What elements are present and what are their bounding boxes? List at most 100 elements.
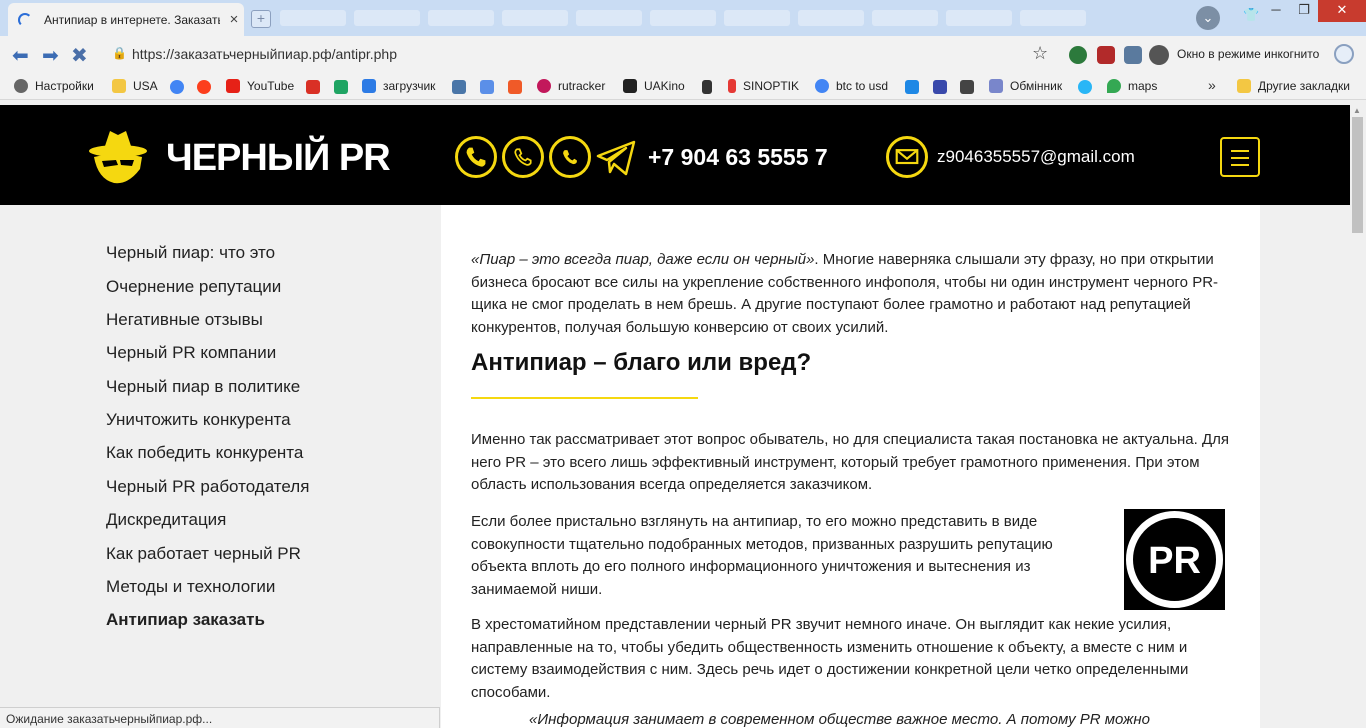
site-header: ЧЕРНЫЙ PR +7 904 63 5555 7 z9046355557@g… (0, 105, 1350, 205)
exchanger-icon (989, 79, 1003, 93)
background-tab[interactable] (502, 10, 568, 26)
google-icon[interactable] (170, 80, 184, 94)
minimize-button[interactable]: ─ (1262, 0, 1290, 22)
paragraph-1: Именно так рассматривает этот вопрос обы… (471, 431, 1230, 493)
shirt-icon[interactable]: 👕 (1243, 7, 1259, 23)
bookmark-youtube[interactable]: YouTube (226, 79, 294, 93)
sidebar-item-beat-competitor[interactable]: Как победить конкурента (106, 443, 303, 463)
background-tab[interactable] (280, 10, 346, 26)
background-tab[interactable] (428, 10, 494, 26)
sidebar-item-discredit[interactable]: Дискредитация (106, 510, 226, 530)
maximize-button[interactable]: ❐ (1290, 0, 1318, 22)
extension-pl-icon[interactable] (1069, 46, 1087, 64)
scroll-up-icon[interactable]: ▲ (1353, 106, 1361, 115)
new-tab-button[interactable]: + (251, 10, 271, 28)
article-content: «Пиар – это всегда пиар, даже если он че… (441, 205, 1260, 728)
translate-icon[interactable] (480, 80, 494, 94)
youtube-icon (226, 79, 240, 93)
background-tab[interactable] (354, 10, 420, 26)
mail-icon[interactable] (886, 136, 928, 178)
uakino-icon (623, 79, 637, 93)
sidebar-item-reputation[interactable]: Очернение репутации (106, 277, 281, 297)
close-window-button[interactable]: ✕ (1318, 0, 1366, 22)
tab-search-icon[interactable]: ⌄ (1196, 6, 1220, 30)
scrollbar-thumb[interactable] (1352, 117, 1363, 233)
background-tab[interactable] (650, 10, 716, 26)
background-tab[interactable] (946, 10, 1012, 26)
sidebar-item-destroy-competitor[interactable]: Уничтожить конкурента (106, 410, 291, 430)
google-drive-icon[interactable] (334, 80, 348, 94)
sidebar-item-employer-pr[interactable]: Черный PR работодателя (106, 477, 309, 497)
chess-icon[interactable] (702, 80, 712, 94)
bookmark-exchanger[interactable]: Обмінник (989, 79, 1062, 93)
background-tab[interactable] (724, 10, 790, 26)
bookmark-uakino[interactable]: UAKino (623, 79, 685, 93)
tab-close-button[interactable]: × (226, 11, 242, 28)
hamburger-menu-button[interactable] (1220, 137, 1260, 177)
header-phone[interactable]: +7 904 63 5555 7 (648, 144, 828, 171)
sidebar-item-how-it-works[interactable]: Как работает черный PR (106, 544, 301, 564)
vk-icon[interactable] (452, 80, 466, 94)
site-logo-text[interactable]: ЧЕРНЫЙ PR (166, 137, 391, 180)
background-tab[interactable] (576, 10, 642, 26)
status-bar: Ожидание заказатьчерныйпиар.рф... (0, 707, 440, 728)
sidebar-item-order-antipr[interactable]: Антипиар заказать (106, 610, 265, 630)
snowflake-icon[interactable] (1078, 80, 1092, 94)
stop-loading-icon[interactable]: ✖ (71, 43, 88, 68)
p-icon[interactable] (905, 80, 919, 94)
more-bookmarks-chevron-icon[interactable]: » (1208, 77, 1216, 93)
bookmark-downloader[interactable]: загрузчик (362, 79, 435, 93)
sidebar-item-black-pr[interactable]: Черный пиар: что это (106, 243, 275, 263)
forward-arrow-icon[interactable]: ➡ (42, 43, 59, 68)
yandex-icon[interactable] (197, 80, 211, 94)
header-email[interactable]: z9046355557@gmail.com (937, 147, 1135, 167)
sidebar-nav: Черный пиар: что это Очернение репутации… (0, 205, 441, 728)
back-arrow-icon[interactable]: ⬅ (12, 43, 29, 68)
folder-icon (112, 79, 126, 93)
pr-badge-text: PR (1148, 540, 1201, 582)
bookmarks-bar: Настройки USA YouTube загрузчик rutracke… (0, 72, 1366, 100)
incognito-icon[interactable] (1149, 45, 1169, 65)
background-tab[interactable] (1020, 10, 1086, 26)
extensions-puzzle-icon[interactable] (1124, 46, 1142, 64)
whatsapp-icon[interactable] (549, 136, 591, 178)
bookmark-btc-to-usd[interactable]: btc to usd (815, 79, 888, 93)
extension-ublock-icon[interactable] (1097, 46, 1115, 64)
bc-icon[interactable] (960, 80, 974, 94)
sidebar-item-negative-reviews[interactable]: Негативные отзывы (106, 310, 263, 330)
flaticon-icon[interactable] (508, 80, 522, 94)
folder-icon (1237, 79, 1251, 93)
bookmark-rutracker[interactable]: rutracker (537, 79, 605, 93)
incognito-label[interactable]: Окно в режиме инкогнито (1177, 47, 1319, 61)
bookmark-maps[interactable]: maps (1107, 79, 1157, 93)
address-bar[interactable]: https://заказатьчерныйпиар.рф/antipr.php (132, 46, 397, 62)
bookmark-other[interactable]: Другие закладки (1237, 79, 1350, 93)
phone-icon[interactable] (455, 136, 497, 178)
arrow-icon[interactable] (933, 80, 947, 94)
browser-titlebar: Антипиар в интернете. Заказать а × + ⌄ 👕… (0, 0, 1366, 36)
page-scrollbar[interactable]: ▲ (1350, 105, 1366, 728)
viber-icon[interactable] (502, 136, 544, 178)
lock-icon[interactable]: 🔒 (112, 46, 127, 60)
map-pin-icon (1107, 79, 1121, 93)
telegram-icon[interactable] (596, 140, 636, 176)
intro-quote: «Пиар – это всегда пиар, даже если он че… (471, 251, 815, 268)
bookmark-settings[interactable]: Настройки (14, 79, 94, 93)
background-tab[interactable] (798, 10, 864, 26)
google-icon (815, 79, 829, 93)
paragraph-3: В хрестоматийном представлении черный PR… (471, 616, 1189, 701)
account-icon[interactable] (1334, 44, 1354, 64)
background-tab[interactable] (872, 10, 938, 26)
pr-badge-image: PR (1124, 509, 1225, 610)
bookmark-usa[interactable]: USA (112, 79, 158, 93)
bookmark-star-icon[interactable]: ☆ (1032, 43, 1048, 64)
sidebar-item-politics[interactable]: Черный пиар в политике (106, 377, 300, 397)
gmail-icon[interactable] (306, 80, 320, 94)
spy-logo-icon[interactable] (88, 127, 150, 187)
sidebar-item-methods[interactable]: Методы и технологии (106, 577, 275, 597)
loading-spinner-icon (18, 12, 32, 27)
active-tab[interactable]: Антипиар в интернете. Заказать а × (8, 3, 244, 36)
bookmark-sinoptik[interactable]: SINOPTIK (728, 79, 799, 93)
sidebar-item-company-pr[interactable]: Черный PR компании (106, 343, 276, 363)
heading-underline (471, 397, 698, 399)
